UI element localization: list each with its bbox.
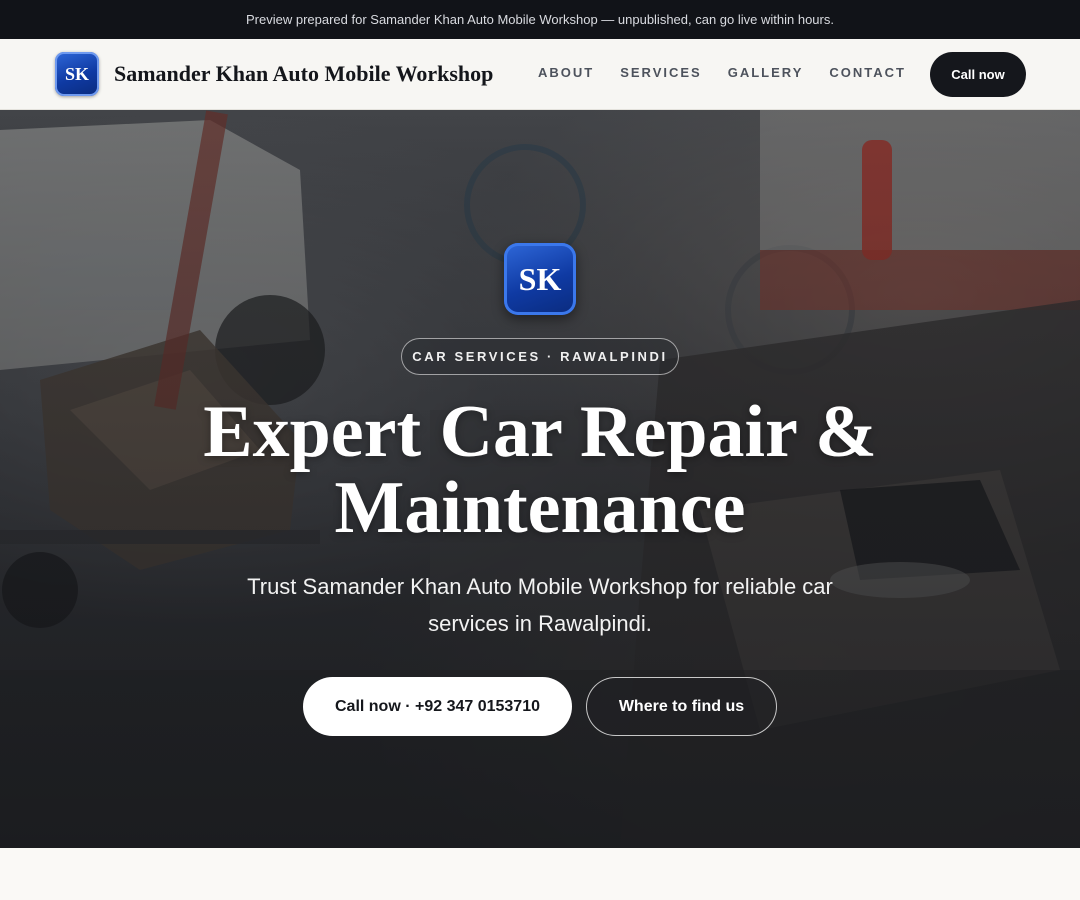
preview-banner: Preview prepared for Samander Khan Auto … — [0, 0, 1080, 39]
hero-location-button[interactable]: Where to find us — [586, 677, 777, 736]
nav-about[interactable]: ABOUT — [538, 65, 594, 80]
hero-eyebrow-badge: CAR SERVICES · RAWALPINDI — [401, 338, 679, 375]
brand-logo: SK — [55, 52, 99, 96]
nav-contact[interactable]: CONTACT — [829, 65, 906, 80]
preview-banner-text: Preview prepared for Samander Khan Auto … — [246, 12, 834, 27]
hero-title-line1: Expert Car Repair & — [203, 391, 877, 473]
main-nav: ABOUT SERVICES GALLERY CONTACT — [538, 65, 932, 80]
hero-call-button[interactable]: Call now · +92 347 0153710 — [303, 677, 572, 736]
hero-section: SK CAR SERVICES · RAWALPINDI Expert Car … — [0, 110, 1080, 848]
header-call-button[interactable]: Call now — [930, 52, 1026, 97]
hero-title-line2: Maintenance — [334, 467, 746, 549]
brand-name: Samander Khan Auto Mobile Workshop — [114, 61, 494, 86]
brand-link[interactable]: SK Samander Khan Auto Mobile Workshop — [55, 52, 493, 96]
hero-title: Expert Car Repair & Maintenance — [140, 394, 940, 546]
next-section-top — [0, 848, 1080, 900]
hero-logo: SK — [504, 243, 576, 315]
hero-subtitle: Trust Samander Khan Auto Mobile Workshop… — [247, 574, 833, 636]
nav-gallery[interactable]: GALLERY — [728, 65, 804, 80]
site-header: SK Samander Khan Auto Mobile Workshop AB… — [0, 39, 1080, 110]
hero-logo-initials: SK — [518, 260, 562, 297]
nav-services[interactable]: SERVICES — [620, 65, 702, 80]
brand-logo-initials: SK — [64, 63, 89, 84]
